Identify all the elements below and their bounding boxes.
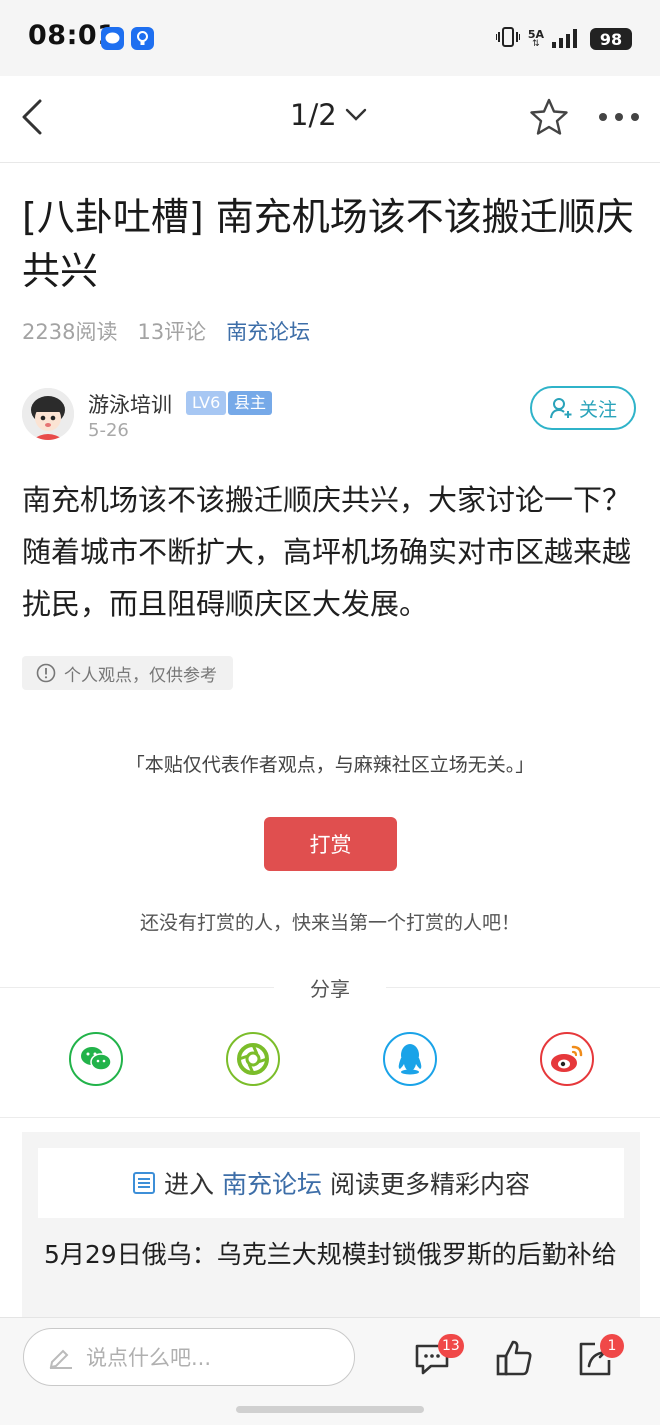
enter-suffix: 阅读更多精彩内容 — [330, 1170, 531, 1199]
read-count: 2238阅读 — [22, 320, 118, 344]
share-label: 分享 — [310, 977, 350, 1001]
author-name[interactable]: 游泳培训 — [88, 389, 172, 419]
list-icon — [132, 1172, 155, 1194]
like-icon[interactable] — [494, 1338, 534, 1378]
opinion-tag: 个人观点，仅供参考 — [22, 656, 233, 690]
enter-prefix: 进入 — [163, 1170, 214, 1199]
top-navigation: 1/2 — [0, 76, 660, 163]
status-right-group: 5A ⇅ 98 — [494, 26, 632, 52]
chevron-down-icon — [345, 108, 366, 121]
disclaimer-text: 「本贴仅代表作者观点，与麻辣社区立场无关。」 — [125, 754, 535, 776]
follow-button[interactable]: 关注 — [530, 386, 636, 430]
enter-forum-link[interactable]: 南充论坛 — [222, 1165, 322, 1201]
share-count-badge: 1 — [600, 1334, 624, 1358]
page-indicator: 1/2 — [290, 98, 337, 132]
related-post-title[interactable]: 5月29日俄乌：乌克兰大规模封锁俄罗斯的后勤补给 — [44, 1236, 624, 1274]
favorite-star-icon[interactable] — [528, 96, 570, 138]
author-avatar[interactable] — [22, 388, 74, 440]
post-date: 5-26 — [88, 420, 129, 441]
level-badge: LV6 — [186, 391, 227, 415]
comment-count-badge: 13 — [438, 1334, 464, 1358]
comment-count: 13评论 — [137, 320, 207, 344]
role-badge: 县主 — [228, 391, 273, 415]
vibrate-icon — [494, 26, 521, 52]
post-meta: 2238阅读 13评论 南充论坛 — [22, 316, 310, 346]
signal-icon — [552, 26, 582, 52]
comment-placeholder: 说点什么吧... — [86, 1346, 212, 1370]
lightbulb-app-icon — [131, 27, 154, 50]
more-options-icon[interactable] — [596, 104, 642, 130]
moments-icon[interactable] — [226, 1032, 280, 1086]
add-user-icon — [549, 398, 572, 419]
back-icon[interactable] — [14, 94, 54, 140]
section-divider — [0, 1117, 660, 1118]
post-body: 南充机场该不该搬迁顺庆共兴，大家讨论一下？随着城市不断扩大，高坪机场确实对市区越… — [22, 483, 632, 621]
comment-input[interactable]: 说点什么吧... — [23, 1328, 355, 1386]
weibo-icon[interactable] — [540, 1032, 594, 1086]
pencil-icon — [49, 1349, 72, 1369]
wechat-icon[interactable] — [69, 1032, 123, 1086]
post-title: [八卦吐槽] 南充机场该不该搬迁顺庆共兴 — [22, 195, 634, 293]
reward-button[interactable]: 打赏 — [264, 817, 397, 871]
network-indicator: 5A ⇅ — [527, 28, 544, 49]
message-app-icon — [101, 27, 124, 50]
page-selector[interactable]: 1/2 — [290, 98, 367, 132]
forum-link[interactable]: 南充论坛 — [226, 316, 310, 346]
enter-forum-banner[interactable]: 进入 南充论坛 阅读更多精彩内容 — [38, 1148, 624, 1218]
opinion-text: 个人观点，仅供参考 — [64, 665, 217, 686]
info-icon — [36, 663, 56, 683]
reward-note: 还没有打赏的人，快来当第一个打赏的人吧！ — [139, 912, 520, 934]
follow-label: 关注 — [578, 398, 617, 421]
home-indicator[interactable] — [236, 1406, 424, 1413]
battery-icon: 98 — [590, 28, 632, 50]
qq-icon[interactable] — [383, 1032, 437, 1086]
